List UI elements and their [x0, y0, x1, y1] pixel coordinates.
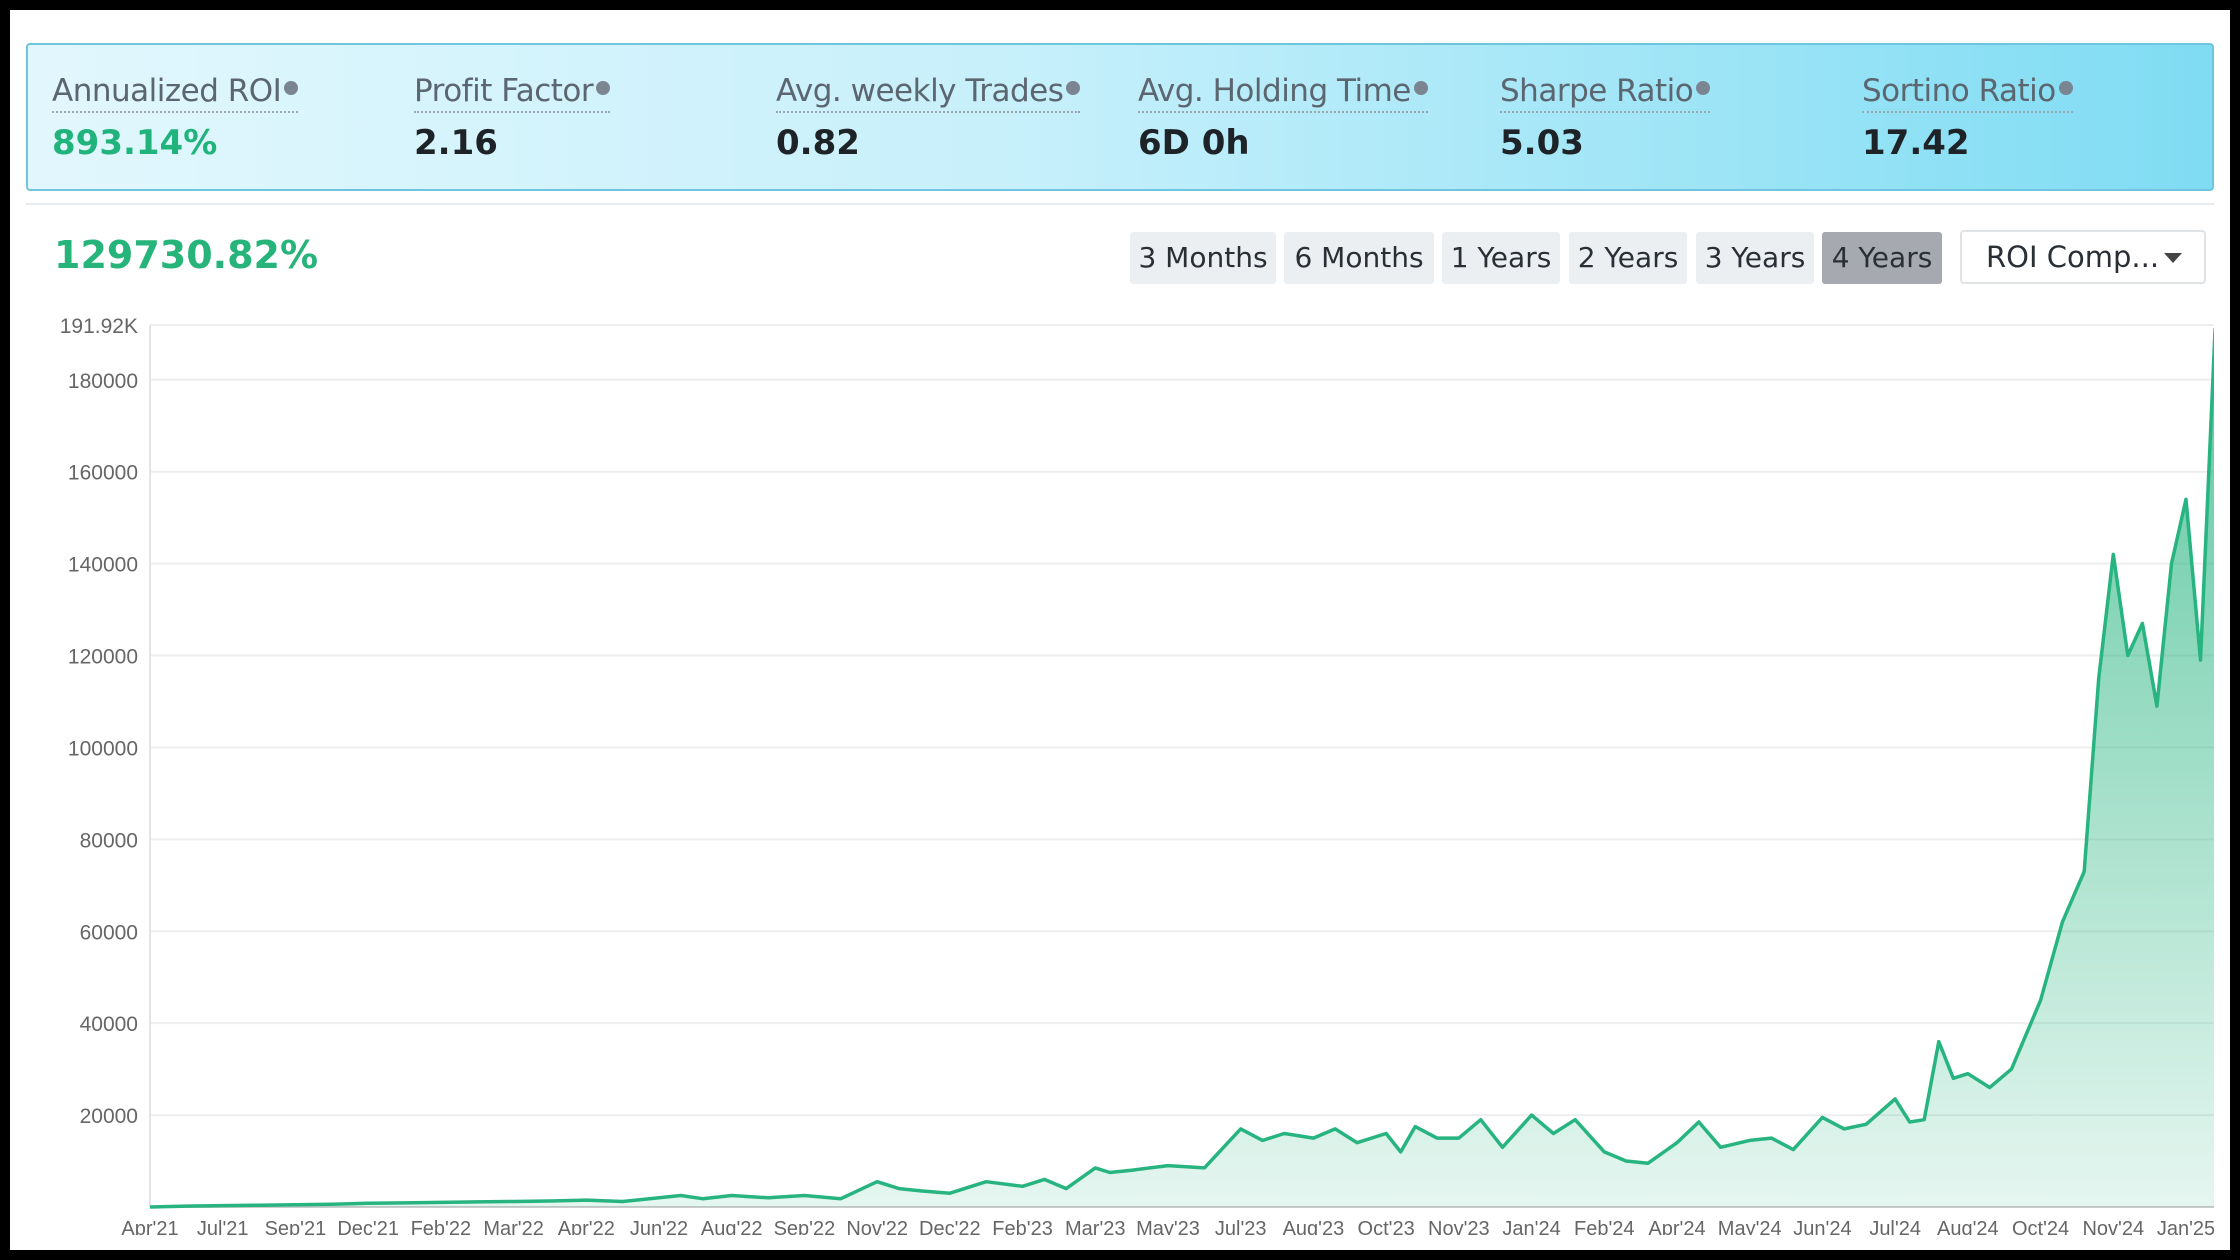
info-icon[interactable]	[596, 81, 611, 95]
app-frame: Annualized ROI 893.14% Profit Factor 2.1…	[10, 10, 2230, 1250]
x-tick-label: Apr'21	[121, 1218, 178, 1235]
x-tick-label: Mar'22	[483, 1218, 544, 1235]
roi-chart-card: 129730.82% 3 Months 6 Months 1 Years 2 Y…	[26, 203, 2214, 1245]
info-icon[interactable]	[2058, 81, 2073, 95]
x-tick-label: Feb'24	[1574, 1218, 1635, 1235]
stat-value: 2.16	[414, 123, 498, 163]
stat-label[interactable]: Annualized ROI	[52, 73, 299, 113]
x-tick-label: Feb'22	[411, 1218, 472, 1235]
stat-label[interactable]: Avg. weekly Trades	[776, 73, 1081, 113]
x-tick-label: Mar'23	[1065, 1218, 1126, 1235]
info-icon[interactable]	[1413, 81, 1428, 95]
x-tick-label: Apr'22	[558, 1218, 615, 1235]
y-tick-label: 191.92K	[60, 315, 138, 338]
stat-sharpe-ratio: Sharpe Ratio 5.03	[1500, 73, 1711, 163]
y-tick-label: 80000	[80, 829, 138, 852]
info-icon[interactable]	[1066, 81, 1081, 95]
x-tick-label: Jun'24	[1793, 1218, 1851, 1235]
stat-label[interactable]: Sortino Ratio	[1862, 73, 2073, 113]
info-icon[interactable]	[1696, 81, 1711, 95]
y-tick-label: 60000	[80, 921, 138, 944]
stat-value: 0.82	[776, 123, 860, 163]
y-tick-label: 100000	[68, 737, 138, 760]
stats-bar: Annualized ROI 893.14% Profit Factor 2.1…	[26, 43, 2214, 191]
x-tick-label: Oct'23	[1358, 1218, 1415, 1235]
stat-avg-holding-time: Avg. Holding Time 6D 0h	[1138, 73, 1428, 163]
x-tick-label: May'23	[1136, 1218, 1200, 1235]
y-tick-label: 140000	[68, 554, 138, 577]
roi-area-fill	[150, 354, 2214, 1207]
y-tick-label: 180000	[68, 370, 138, 393]
stat-profit-factor: Profit Factor 2.16	[414, 73, 611, 163]
x-tick-label: May'24	[1718, 1218, 1782, 1235]
stat-label[interactable]: Profit Factor	[414, 73, 611, 113]
y-tick-label: 20000	[80, 1105, 138, 1128]
x-tick-label: Dec'22	[919, 1218, 981, 1235]
x-tick-label: Sep'21	[265, 1218, 327, 1235]
x-tick-label: Aug'22	[701, 1218, 763, 1235]
x-tick-label: Jan'25	[2157, 1218, 2214, 1235]
x-tick-label: Jul'24	[1869, 1218, 1921, 1235]
y-tick-label: 160000	[68, 462, 138, 485]
roi-area-chart: 191.92K 20000 40000 60000 80000 100000 120000 1…	[60, 315, 2214, 1235]
stat-label[interactable]: Sharpe Ratio	[1500, 73, 1711, 113]
x-tick-label: Apr'24	[1648, 1218, 1705, 1235]
x-tick-label: Nov'23	[1428, 1218, 1490, 1235]
x-tick-label: Jun'22	[630, 1218, 688, 1235]
stat-sortino-ratio: Sortino Ratio 17.42	[1862, 73, 2073, 163]
x-tick-label: Aug'24	[1937, 1218, 1999, 1235]
stat-label[interactable]: Avg. Holding Time	[1138, 73, 1428, 113]
x-tick-label: Jul'21	[197, 1218, 249, 1235]
y-tick-label: 120000	[68, 646, 138, 669]
stat-value: 5.03	[1500, 123, 1584, 163]
x-tick-label: Nov'24	[2082, 1218, 2144, 1235]
x-tick-label: Oct'24	[2012, 1218, 2069, 1235]
stat-annualized-roi: Annualized ROI 893.14%	[52, 73, 299, 163]
stat-value: 6D 0h	[1138, 123, 1250, 163]
info-icon[interactable]	[284, 81, 299, 95]
x-tick-label: Sep'22	[774, 1218, 836, 1235]
y-tick-label: 40000	[80, 1013, 138, 1036]
x-tick-label: Feb'23	[992, 1218, 1053, 1235]
x-tick-label: Nov'22	[846, 1218, 908, 1235]
x-tick-label: Jul'23	[1215, 1218, 1267, 1235]
stat-value: 893.14%	[52, 123, 218, 163]
stat-avg-weekly-trades: Avg. weekly Trades 0.82	[776, 73, 1081, 163]
stat-value: 17.42	[1862, 123, 1970, 163]
x-tick-label: Jan'24	[1502, 1218, 1560, 1235]
roi-series-line	[149, 327, 2214, 1209]
x-tick-label: Aug'23	[1283, 1218, 1345, 1235]
x-tick-label: Dec'21	[337, 1218, 399, 1235]
